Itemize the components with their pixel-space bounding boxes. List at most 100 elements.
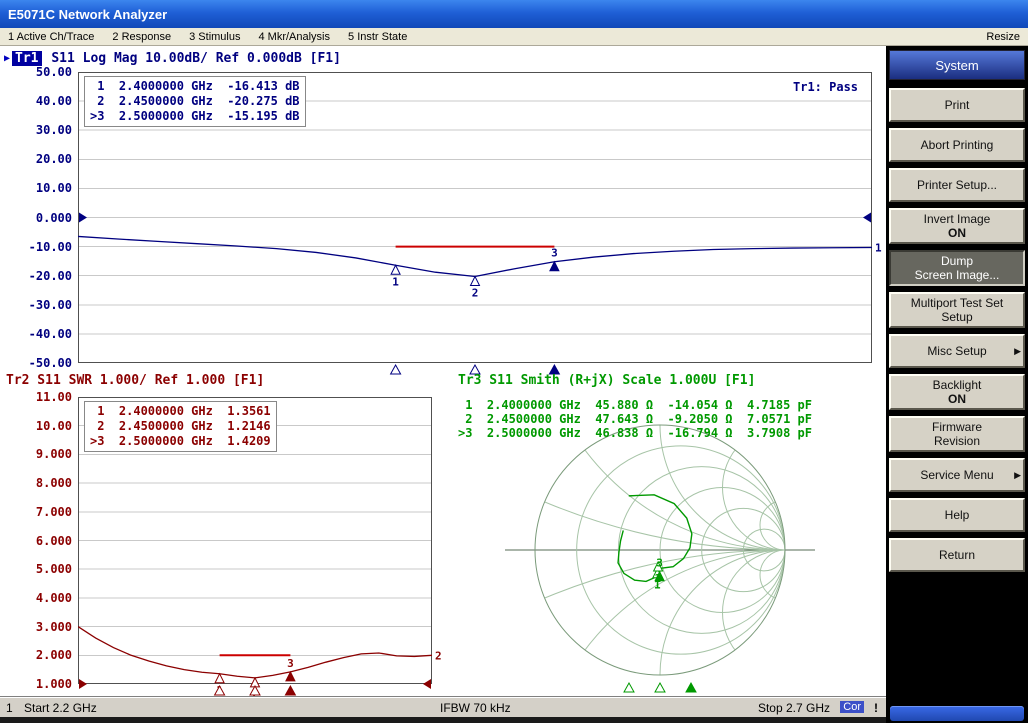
y-tick-label: -50.00 <box>0 356 72 370</box>
warning-indicator: ! <box>874 701 878 715</box>
marker-readout-row: >3 2.5000000 GHz -15.195 dB <box>90 109 300 124</box>
plot-area: 1231 1232 123 ▶Tr1 S11 Log Mag 10.00dB/ … <box>0 46 886 697</box>
svg-text:3: 3 <box>287 657 294 670</box>
y-tick-label: 10.00 <box>0 419 72 433</box>
softkey-label: Firmware Revision <box>932 420 982 448</box>
menu-item[interactable]: 2 Response <box>112 31 171 43</box>
y-tick-label: -10.00 <box>0 240 72 254</box>
y-tick-label: 1.000 <box>0 677 72 691</box>
screen: E5071C Network Analyzer 1 Active Ch/Trac… <box>0 0 1028 723</box>
softkey-multiport-test-set-setup[interactable]: Multiport Test Set Setup <box>889 292 1025 328</box>
svg-text:3: 3 <box>551 247 558 260</box>
y-tick-label: 11.00 <box>0 390 72 404</box>
window-titlebar[interactable]: E5071C Network Analyzer <box>0 0 1028 28</box>
softkey-service-menu[interactable]: Service Menu ▶ <box>889 458 1025 492</box>
softkey-misc-setup[interactable]: Misc Setup ▶ <box>889 334 1025 368</box>
y-tick-label: 40.00 <box>0 94 72 108</box>
y-tick-label: 0.000 <box>0 211 72 225</box>
svg-text:2: 2 <box>435 649 442 662</box>
y-tick-label: 30.00 <box>0 123 72 137</box>
active-trace-arrow-icon: ▶ <box>4 53 10 64</box>
softkey-backlight[interactable]: BacklightON <box>889 374 1025 410</box>
tr1-marker-readout: 1 2.4000000 GHz -16.413 dB 2 2.4500000 G… <box>84 76 306 127</box>
tr3-smith-chart[interactable]: 123 <box>505 395 815 697</box>
y-tick-label: 20.00 <box>0 152 72 166</box>
marker-readout-row: >3 2.5000000 GHz 46.838 Ω -16.794 Ω 3.79… <box>458 426 812 440</box>
y-tick-label: 5.000 <box>0 562 72 576</box>
y-tick-label: 4.000 <box>0 591 72 605</box>
y-tick-label: 8.000 <box>0 476 72 490</box>
menu-item[interactable]: 4 Mkr/Analysis <box>258 31 330 43</box>
resize-button[interactable]: Resize <box>986 31 1020 43</box>
marker-readout-row: 2 2.4500000 GHz -20.275 dB <box>90 94 300 109</box>
softkey-menu-title: System <box>889 50 1025 80</box>
tr2-header: Tr2 S11 SWR 1.000/ Ref 1.000 [F1] <box>6 373 264 388</box>
softkey-print[interactable]: Print <box>889 88 1025 122</box>
y-tick-label: 2.000 <box>0 648 72 662</box>
marker-readout-row: >3 2.5000000 GHz 1.4209 <box>90 434 271 449</box>
y-tick-label: 7.000 <box>0 505 72 519</box>
tr1-badge: Tr1 <box>12 51 41 66</box>
y-tick-label: 3.000 <box>0 620 72 634</box>
tr2-marker-readout: 1 2.4000000 GHz 1.3561 2 2.4500000 GHz 1… <box>84 401 277 452</box>
softkey-label: Return <box>939 548 975 562</box>
svg-text:3: 3 <box>656 557 663 570</box>
softkey-sidebar: System Print Abort Printing Printer Setup.… <box>886 46 1028 723</box>
marker-readout-row: 1 2.4000000 GHz -16.413 dB <box>90 79 300 94</box>
marker-readout-row: 2 2.4500000 GHz 47.643 Ω -9.2050 Ω 7.057… <box>458 412 812 426</box>
softkey-label: Printer Setup... <box>917 178 997 192</box>
softkey-dump-screen-image[interactable]: Dump Screen Image... <box>889 250 1025 286</box>
softkey-invert-image[interactable]: Invert ImageON <box>889 208 1025 244</box>
tr3-marker-readout: 1 2.4000000 GHz 45.880 Ω -14.054 Ω 4.718… <box>458 398 812 440</box>
y-tick-label: -40.00 <box>0 327 72 341</box>
y-tick-label: 10.00 <box>0 181 72 195</box>
softkey-label: Help <box>945 508 970 522</box>
softkey-label: Service Menu <box>920 468 993 482</box>
y-tick-label: 6.000 <box>0 534 72 548</box>
tr1-title: S11 Log Mag 10.00dB/ Ref 0.000dB [F1] <box>51 51 341 66</box>
y-tick-label: 50.00 <box>0 65 72 79</box>
y-tick-label: 9.000 <box>0 447 72 461</box>
menu-item[interactable]: 5 Instr State <box>348 31 407 43</box>
stop-frequency: Stop 2.7 GHz <box>758 701 830 715</box>
tr3-header: Tr3 S11 Smith (R+jX) Scale 1.000U [F1] <box>458 373 755 388</box>
start-frequency: Start 2.2 GHz <box>24 701 97 715</box>
statusbar: 1 Start 2.2 GHz IFBW 70 kHz Stop 2.7 GHz… <box>0 697 886 717</box>
softkey-printer-setup[interactable]: Printer Setup... <box>889 168 1025 202</box>
window-title: E5071C Network Analyzer <box>8 7 167 22</box>
marker-readout-row: 1 2.4000000 GHz 45.880 Ω -14.054 Ω 4.718… <box>458 398 812 412</box>
softkey-label: Dump Screen Image... <box>915 254 1000 282</box>
softkey-label: Multiport Test Set Setup <box>911 296 1003 324</box>
svg-text:2: 2 <box>472 287 479 300</box>
submenu-arrow-icon: ▶ <box>1014 468 1021 482</box>
softkey-label: Invert Image <box>924 212 991 226</box>
taskbar-fragment <box>890 706 1024 721</box>
softkey-label: Backlight <box>933 378 982 392</box>
softkey-label: Abort Printing <box>921 138 994 152</box>
softkey-firmware-revision[interactable]: Firmware Revision <box>889 416 1025 452</box>
marker-readout-row: 1 2.4000000 GHz 1.3561 <box>90 404 271 419</box>
bottom-strip <box>0 717 886 723</box>
tr1-header: ▶Tr1 S11 Log Mag 10.00dB/ Ref 0.000dB [F… <box>4 51 341 66</box>
svg-text:1: 1 <box>875 241 882 254</box>
softkey-return[interactable]: Return <box>889 538 1025 572</box>
y-tick-label: -20.00 <box>0 269 72 283</box>
correction-badge: Cor <box>840 701 864 713</box>
ifbw-readout: IFBW 70 kHz <box>440 701 511 715</box>
channel-number: 1 <box>6 701 13 715</box>
tr1-pass-status: Tr1: Pass <box>793 80 858 94</box>
softkey-help[interactable]: Help <box>889 498 1025 532</box>
menu-item[interactable]: 3 Stimulus <box>189 31 240 43</box>
svg-text:1: 1 <box>392 275 399 288</box>
softkey-list: Print Abort Printing Printer Setup... Inver… <box>889 88 1025 572</box>
marker-readout-row: 2 2.4500000 GHz 1.2146 <box>90 419 271 434</box>
menubar-items: 1 Active Ch/Trace 2 Response 3 Stimulus 4 M… <box>8 31 407 43</box>
menubar: 1 Active Ch/Trace 2 Response 3 Stimulus 4 M… <box>0 28 1028 46</box>
softkey-abort-printing[interactable]: Abort Printing <box>889 128 1025 162</box>
softkey-label: Misc Setup <box>927 344 986 358</box>
softkey-state: ON <box>948 392 966 406</box>
softkey-state: ON <box>948 226 966 240</box>
softkey-label: Print <box>945 98 970 112</box>
menu-item[interactable]: 1 Active Ch/Trace <box>8 31 94 43</box>
submenu-arrow-icon: ▶ <box>1014 344 1021 358</box>
